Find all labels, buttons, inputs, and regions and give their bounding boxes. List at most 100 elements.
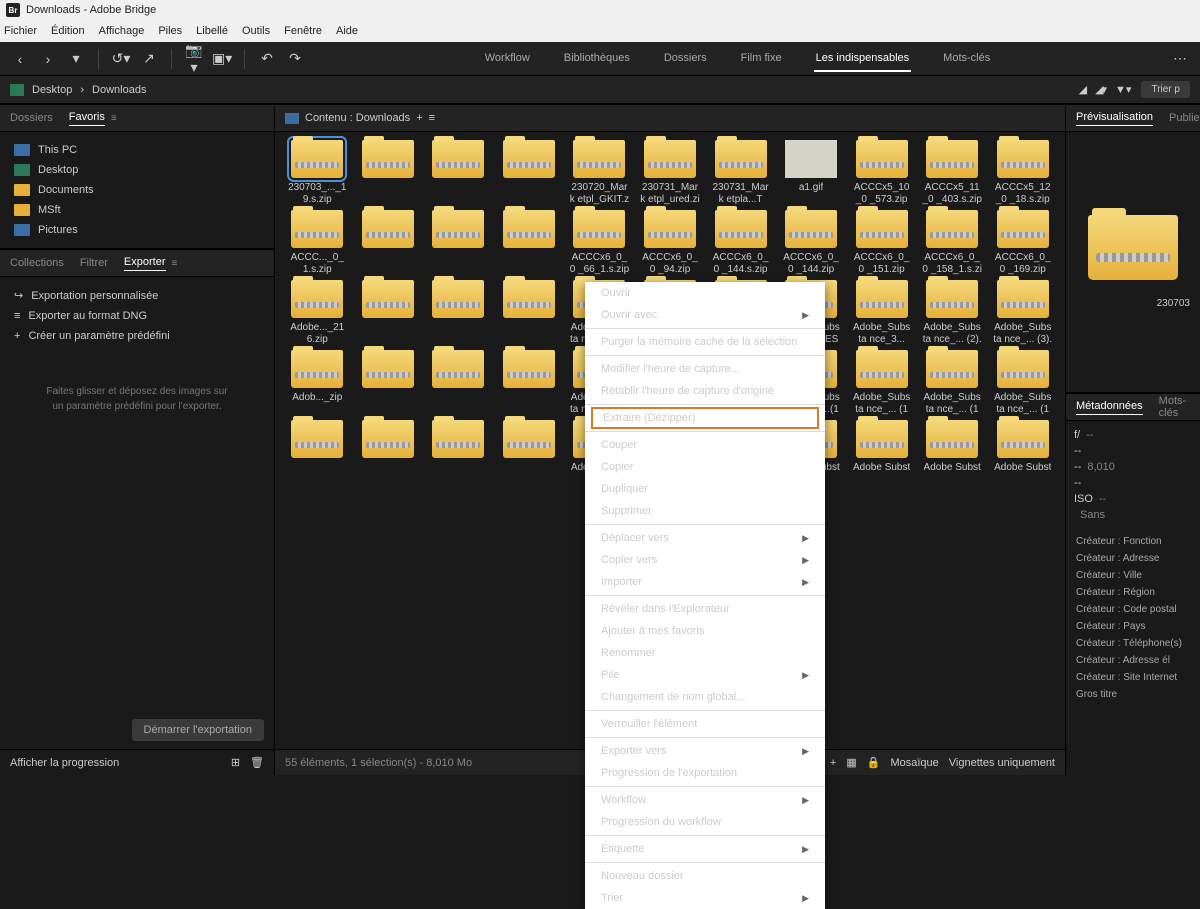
thumbnail-item[interactable] [356,280,421,346]
thumbnail-item[interactable]: Adob..._zip [285,350,350,416]
panel-tab[interactable]: Publier [1169,112,1200,124]
reveal-icon[interactable]: ↗ [139,50,159,67]
context-menu-item[interactable]: Modifier l'heure de capture... [585,358,825,380]
add-icon[interactable]: + [416,112,422,124]
workspace-tab[interactable]: Workflow [483,46,532,72]
context-menu-item[interactable]: Couper [585,434,825,456]
panel-tab[interactable]: Métadonnées [1076,400,1143,415]
thumbnail-item[interactable]: Adobe Subst [849,420,914,486]
thumbnail-item[interactable]: 230731_Mark etpl_ured.zip [638,140,703,206]
thumbnail-item[interactable]: Adobe Subst [920,420,985,486]
thumbnail-item[interactable]: 230703_..._19.s.zip [285,140,350,206]
thumbnail-item[interactable] [426,420,491,486]
thumbnail-item[interactable]: ACCCx6_0_0 _151.zip [849,210,914,276]
thumbnail-item[interactable] [356,210,421,276]
context-menu-item[interactable]: Trier▶ [585,887,825,909]
filter-icon[interactable]: ▼▾ [1115,83,1131,96]
workspace-tab[interactable]: Les indispensables [814,46,912,72]
context-menu-item[interactable]: Dupliquer [585,478,825,500]
metadata-field[interactable]: Créateur : Site Internet [1066,669,1200,686]
metadata-field[interactable]: Créateur : Adresse [1066,550,1200,567]
thumbnail-item[interactable] [497,140,562,206]
metadata-field[interactable]: Créateur : Ville [1066,567,1200,584]
metadata-field[interactable]: Créateur : Fonction [1066,533,1200,550]
export-preset-item[interactable]: ≡Exporter au format DNG [0,306,274,326]
favorite-item[interactable]: Documents [0,180,274,200]
lock-icon[interactable]: 🔒 [867,756,881,769]
panel-tab[interactable]: Dossiers [10,112,53,124]
thumbnail-item[interactable]: Adobe_Substa nce_... (3).zip [990,280,1055,346]
context-menu-item[interactable]: Rétablir l'heure de capture d'origine [585,380,825,402]
workspace-tab[interactable]: Film fixe [739,46,784,72]
thumbnail-item[interactable]: ACCCx5_12_0 _18.s.zip [990,140,1055,206]
show-progress-link[interactable]: Afficher la progression [10,757,119,769]
thumbnail-item[interactable]: Adobe_Substa nce_3... (1).zip [849,280,914,346]
context-menu-item[interactable]: Workflow▶ [585,789,825,811]
thumbnail-item[interactable]: 230720_Mark etpl_GKIT.zip [567,140,632,206]
thumbnail-item[interactable]: ACCCx5_11_0 _403.s.zip [920,140,985,206]
thumbnail-item[interactable] [426,210,491,276]
sort-button[interactable]: Trier p [1141,81,1190,98]
thumbnail-item[interactable]: Adobe_Substa nce_... (12).zip [849,350,914,416]
thumbnail-item[interactable]: ACCCx6_0_0 _158_1.s.zip [920,210,985,276]
panel-menu-icon[interactable]: ≡ [172,258,178,269]
thumbnail-item[interactable]: ACCCx6_0_0 _144.zip [779,210,844,276]
thumbnails-only-label[interactable]: Vignettes uniquement [949,757,1055,769]
menu-édition[interactable]: Édition [51,25,85,37]
panel-tab[interactable]: Mots-clés [1159,395,1190,419]
thumbnail-item[interactable] [356,420,421,486]
forward-icon[interactable]: › [38,51,58,67]
export-preset-item[interactable]: ↪Exportation personnalisée [0,285,274,306]
context-menu-item[interactable]: Etiquette▶ [585,838,825,860]
thumbnail-item[interactable] [356,350,421,416]
rotate-cw-icon[interactable]: ↷ [285,50,305,67]
workspace-tab[interactable]: Dossiers [662,46,709,72]
context-menu-item[interactable]: Extraire (Dézipper) [591,407,819,429]
metadata-field[interactable]: Créateur : Téléphone(s) [1066,635,1200,652]
context-menu-item[interactable]: Purger la mémoire cache de la sélection [585,331,825,353]
mosaic-label[interactable]: Mosaïque [890,757,938,769]
context-menu-item[interactable]: Ajouter à mes favoris [585,620,825,642]
context-menu-item[interactable]: Copier vers▶ [585,549,825,571]
metadata-field[interactable]: Créateur : Adresse él [1066,652,1200,669]
history-icon[interactable]: ↺▾ [111,50,131,67]
camera-icon[interactable]: 📷▾ [184,42,204,76]
thumbnail-item[interactable] [426,140,491,206]
menu-piles[interactable]: Piles [158,25,182,37]
thumbnail-item[interactable]: ACCCx6_0_0 _66_1.s.zip [567,210,632,276]
context-menu-item[interactable]: Exporter vers▶ [585,740,825,762]
thumbnail-item[interactable] [426,350,491,416]
context-menu-item[interactable]: Progression de l'exportation [585,762,825,784]
thumb-size-icon[interactable]: ◢ [1079,83,1085,96]
rotate-ccw-icon[interactable]: ↶ [257,50,277,67]
menu-aide[interactable]: Aide [336,25,358,37]
context-menu-item[interactable]: Supprimer [585,500,825,522]
context-menu-item[interactable]: Renommer [585,642,825,664]
more-icon[interactable]: ⋯ [1170,50,1190,67]
thumbnail-item[interactable]: ACCCx6_0_0 _169.zip [990,210,1055,276]
thumbnail-item[interactable] [497,210,562,276]
thumbnail-item[interactable]: Adobe_Substa nce_... (2).zip [920,280,985,346]
thumbnail-item[interactable] [356,140,421,206]
thumbnail-item[interactable]: ACCCx6_0_0 _144.s.zip [708,210,773,276]
panel-tab[interactable]: Collections [10,257,64,269]
metadata-field[interactable]: Gros titre [1066,686,1200,703]
context-menu-item[interactable]: Révéler dans l'Explorateur [585,598,825,620]
favorite-item[interactable]: MSft [0,200,274,220]
breadcrumb-current[interactable]: Downloads [92,84,146,96]
menu-fenêtre[interactable]: Fenêtre [284,25,322,37]
metadata-field[interactable]: Créateur : Code postal [1066,601,1200,618]
breadcrumb-root[interactable]: Desktop [32,84,72,96]
context-menu-item[interactable]: Déplacer vers▶ [585,527,825,549]
panel-tab[interactable]: Prévisualisation [1076,111,1153,126]
favorite-item[interactable]: Desktop [0,160,274,180]
zoom-in-icon[interactable]: + [830,757,836,769]
back-icon[interactable]: ‹ [10,51,30,67]
stack-icon[interactable]: ▣▾ [212,50,232,67]
trash-icon[interactable]: 🗑 [250,756,264,769]
thumbnail-item[interactable] [497,280,562,346]
thumbnail-item[interactable] [497,350,562,416]
thumbnail-item[interactable]: a1.gif [779,140,844,206]
metadata-field[interactable]: Créateur : Pays [1066,618,1200,635]
thumbnail-item[interactable]: ACCC..._0_1.s.zip [285,210,350,276]
